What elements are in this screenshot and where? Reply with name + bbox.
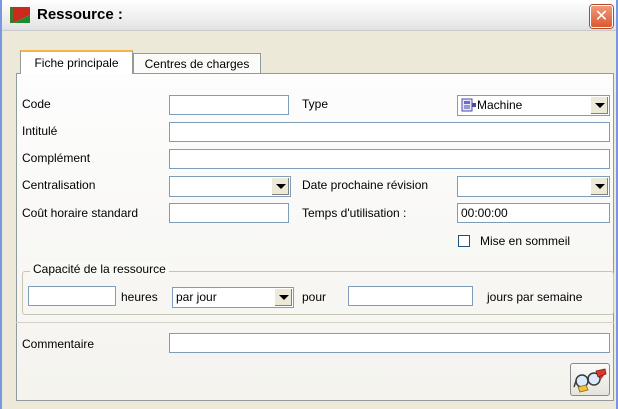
intitule-label: Intitulé: [22, 124, 58, 138]
chevron-down-icon[interactable]: [590, 178, 608, 195]
close-icon: ✕: [594, 6, 609, 25]
centralisation-select[interactable]: [169, 176, 291, 197]
resource-icon: [10, 7, 30, 23]
cout-label: Coût horaire standard: [22, 206, 139, 220]
mise-sommeil-label: Mise en sommeil: [480, 234, 571, 248]
chevron-down-icon[interactable]: [274, 289, 292, 306]
commentaire-label: Commentaire: [22, 337, 95, 351]
tab-fiche-principale[interactable]: Fiche principale: [20, 50, 133, 74]
commentaire-field[interactable]: [169, 333, 610, 353]
search-glasses-icon: [573, 368, 607, 393]
code-field[interactable]: [169, 95, 289, 115]
complement-label: Complément: [22, 151, 91, 165]
divider: [16, 322, 614, 323]
resource-dialog: Ressource : ✕ Centres de charges Fiche p…: [0, 0, 618, 409]
complement-field[interactable]: [169, 149, 610, 169]
centralisation-label: Centralisation: [22, 178, 96, 192]
chevron-down-icon[interactable]: [590, 97, 608, 114]
capacite-group-title: Capacité de la ressource: [30, 262, 169, 276]
date-revision-label: Date prochaine révision: [302, 178, 429, 192]
type-select[interactable]: Machine: [457, 95, 610, 116]
code-label: Code: [22, 97, 51, 111]
periode-select[interactable]: par jour: [172, 287, 294, 308]
machine-icon: [461, 98, 476, 112]
cout-field[interactable]: [169, 203, 289, 223]
date-revision-select[interactable]: [457, 176, 610, 197]
heures-field[interactable]: [28, 286, 116, 306]
pour-label: pour: [302, 290, 327, 304]
jours-label: jours par semaine: [487, 290, 583, 304]
close-button[interactable]: ✕: [590, 5, 613, 28]
tab-centres-de-charges[interactable]: Centres de charges: [133, 53, 261, 73]
type-value: Machine: [477, 98, 523, 112]
search-button[interactable]: [570, 363, 610, 396]
temps-field[interactable]: 00:00:00: [457, 203, 610, 223]
chevron-down-icon[interactable]: [271, 178, 289, 195]
heures-label: heures: [121, 290, 158, 304]
jours-field[interactable]: [348, 286, 473, 306]
title-bar[interactable]: Ressource : ✕: [2, 0, 616, 31]
window-title: Ressource :: [37, 6, 123, 23]
periode-value: par jour: [176, 290, 217, 304]
type-label: Type: [302, 97, 329, 111]
mise-sommeil-checkbox[interactable]: [458, 235, 470, 247]
temps-label: Temps d'utilisation :: [302, 206, 407, 220]
intitule-field[interactable]: [169, 122, 610, 142]
